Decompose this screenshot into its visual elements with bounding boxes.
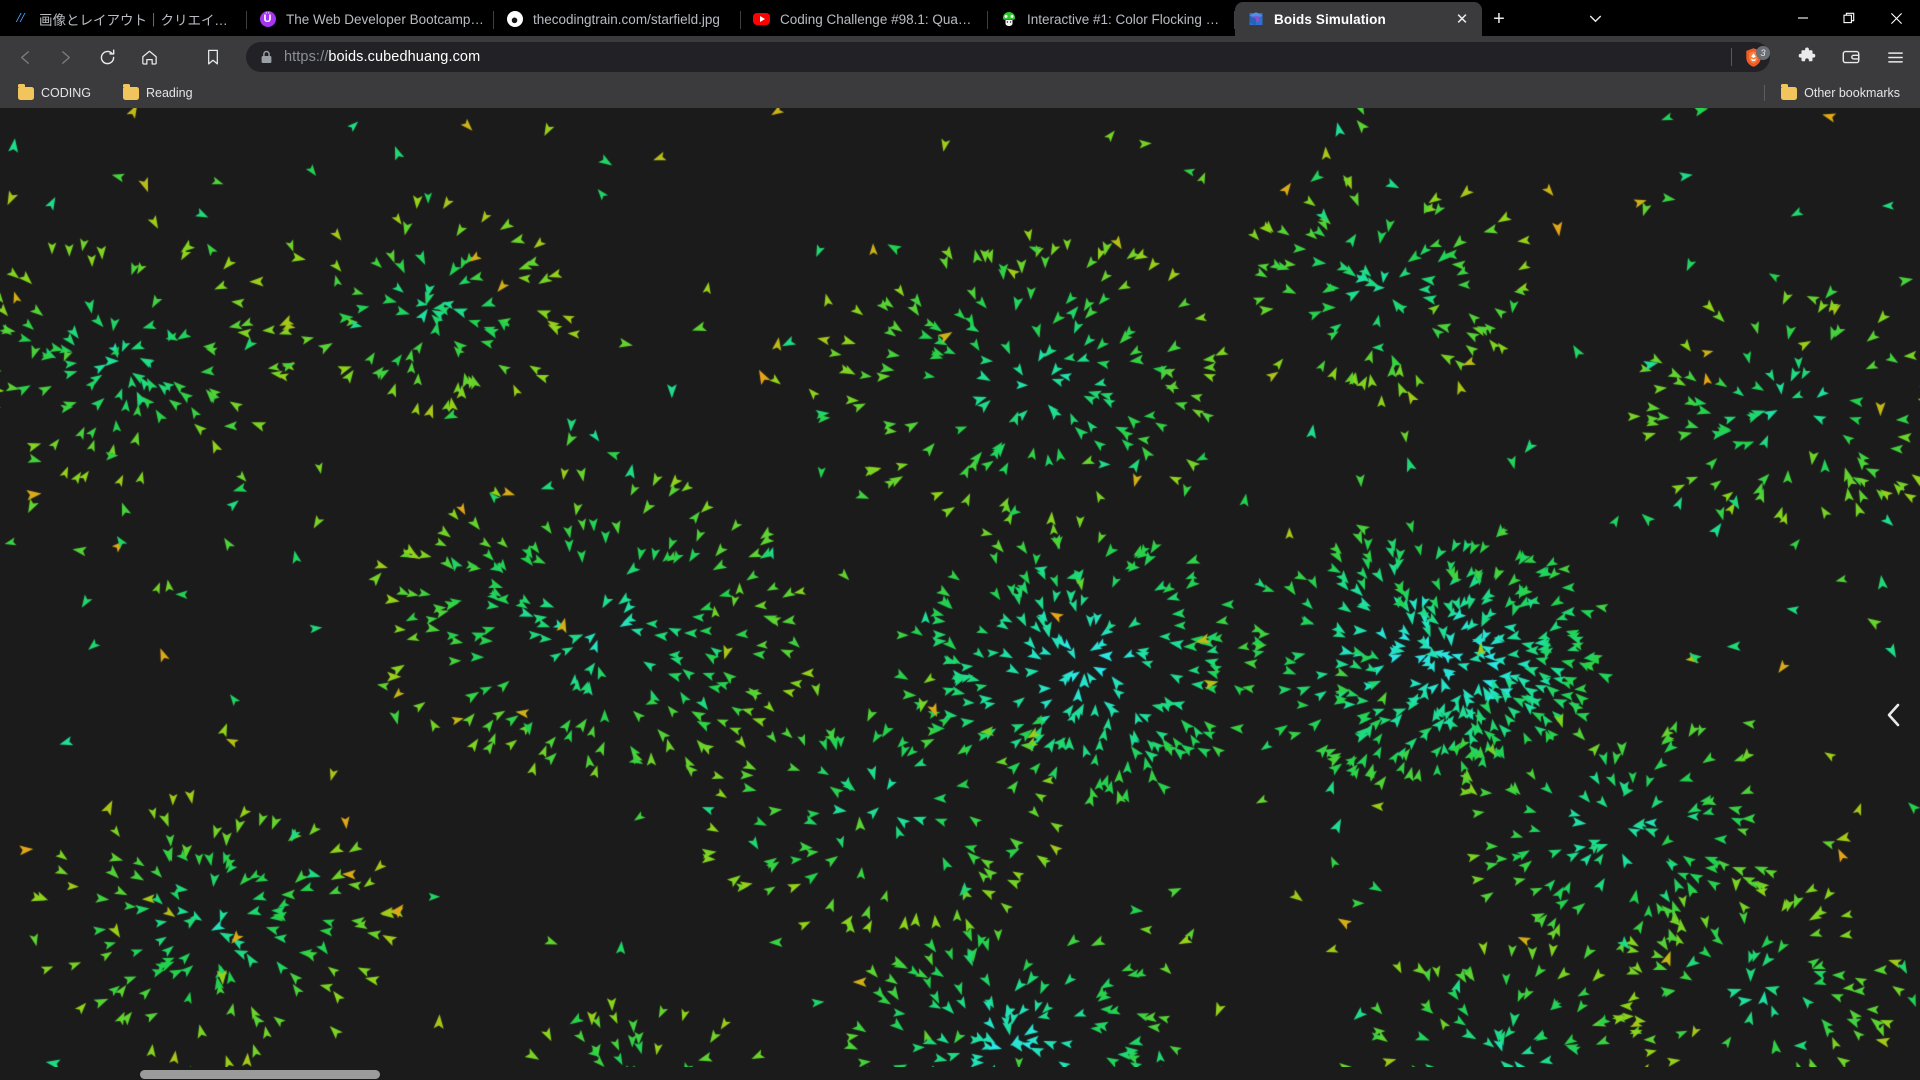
browser-toolbar: https://boids.cubedhuang.com 3 [0, 36, 1920, 78]
browser-tab-1[interactable]: Ü The Web Developer Bootcamp 20 ✕ [247, 2, 494, 36]
settings-panel-toggle[interactable] [1880, 698, 1906, 732]
wallet-icon [1842, 50, 1860, 64]
maximize-restore-button[interactable] [1826, 0, 1873, 36]
bookmark-label: Reading [146, 86, 193, 100]
extensions-button[interactable] [1790, 40, 1824, 74]
browser-tab-bar: // 画像とレイアウト｜クリエイティブコーデ ✕ Ü The Web Devel… [0, 0, 1920, 36]
cube-icon [1247, 11, 1264, 28]
address-bar[interactable]: https://boids.cubedhuang.com 3 [246, 42, 1770, 72]
puzzle-icon [1798, 47, 1816, 62]
close-window-button[interactable] [1873, 0, 1920, 36]
address-bar-divider [1731, 48, 1732, 66]
shields-badge-count: 3 [1756, 46, 1770, 60]
horizontal-scrollbar[interactable] [0, 1067, 1920, 1080]
bookmark-this-page-button[interactable] [196, 40, 230, 74]
home-button[interactable] [132, 40, 166, 74]
back-button[interactable] [8, 40, 42, 74]
new-tab-button[interactable]: + [1482, 2, 1516, 36]
home-icon [141, 50, 157, 65]
tab-label: 画像とレイアウト｜クリエイティブコーデ [39, 13, 237, 28]
tab-label: Interactive #1: Color Flocking – Je [1027, 11, 1225, 27]
lock-icon [258, 49, 274, 65]
boids-simulation-canvas[interactable] [0, 108, 1920, 1080]
url-text: https://boids.cubedhuang.com [284, 49, 1727, 65]
youtube-icon [753, 11, 770, 28]
scrollbar-thumb[interactable] [140, 1070, 380, 1079]
forward-arrow-icon [61, 50, 70, 64]
browser-tab-5-active[interactable]: Boids Simulation ✕ [1235, 2, 1482, 36]
tab-label: thecodingtrain.com/starfield.jpg [533, 11, 720, 27]
back-arrow-icon [20, 50, 29, 64]
udemy-icon: Ü [259, 11, 276, 28]
other-bookmarks-button[interactable]: Other bookmarks [1773, 81, 1908, 105]
bookmarks-divider [1764, 85, 1766, 101]
bookmark-icon [208, 49, 218, 65]
folder-icon [1781, 83, 1798, 100]
bookmark-folder-coding[interactable]: CODING [10, 81, 99, 105]
tab-label: Boids Simulation [1274, 11, 1386, 27]
tab-strip: // 画像とレイアウト｜クリエイティブコーデ ✕ Ü The Web Devel… [0, 0, 1482, 36]
folder-icon [18, 83, 34, 100]
url-scheme: https:// [284, 49, 329, 65]
chevron-left-icon [1887, 703, 1900, 727]
window-controls [1779, 0, 1920, 36]
minimize-button[interactable] [1779, 0, 1826, 36]
brave-shields-button[interactable]: 3 [1740, 45, 1770, 69]
slashes-icon: // [16, 11, 25, 26]
chevron-down-icon [1589, 15, 1601, 22]
tab-label: Coding Challenge #98.1: Quadtre [780, 11, 978, 27]
bookmark-folder-reading[interactable]: Reading [115, 81, 201, 105]
browser-tab-3[interactable]: Coding Challenge #98.1: Quadtre ✕ [741, 2, 988, 36]
forward-button[interactable] [48, 40, 82, 74]
close-tab-icon[interactable]: ✕ [1452, 9, 1472, 29]
url-host: boids.cubedhuang.com [328, 49, 481, 65]
browser-tab-4[interactable]: Interactive #1: Color Flocking – Je ✕ [988, 2, 1235, 36]
page-viewport [0, 108, 1920, 1080]
mushroom-icon [1000, 11, 1017, 28]
tab-label: The Web Developer Bootcamp 20 [286, 11, 484, 27]
bookmarks-bar: CODING Reading Other bookmarks [0, 78, 1920, 108]
github-icon: ● [506, 11, 523, 28]
reload-icon [100, 48, 114, 64]
hamburger-icon [1887, 51, 1903, 63]
browser-tab-0[interactable]: // 画像とレイアウト｜クリエイティブコーデ ✕ [0, 2, 247, 36]
toolbar-actions [1778, 40, 1912, 74]
tab-search-icon[interactable] [1578, 0, 1612, 36]
folder-icon [123, 83, 139, 100]
browser-menu-button[interactable] [1878, 40, 1912, 74]
bookmark-label: Other bookmarks [1804, 86, 1900, 100]
reload-button[interactable] [90, 40, 124, 74]
wallet-button[interactable] [1834, 40, 1868, 74]
bookmark-label: CODING [41, 86, 91, 100]
browser-tab-2[interactable]: ● thecodingtrain.com/starfield.jpg ✕ [494, 2, 741, 36]
